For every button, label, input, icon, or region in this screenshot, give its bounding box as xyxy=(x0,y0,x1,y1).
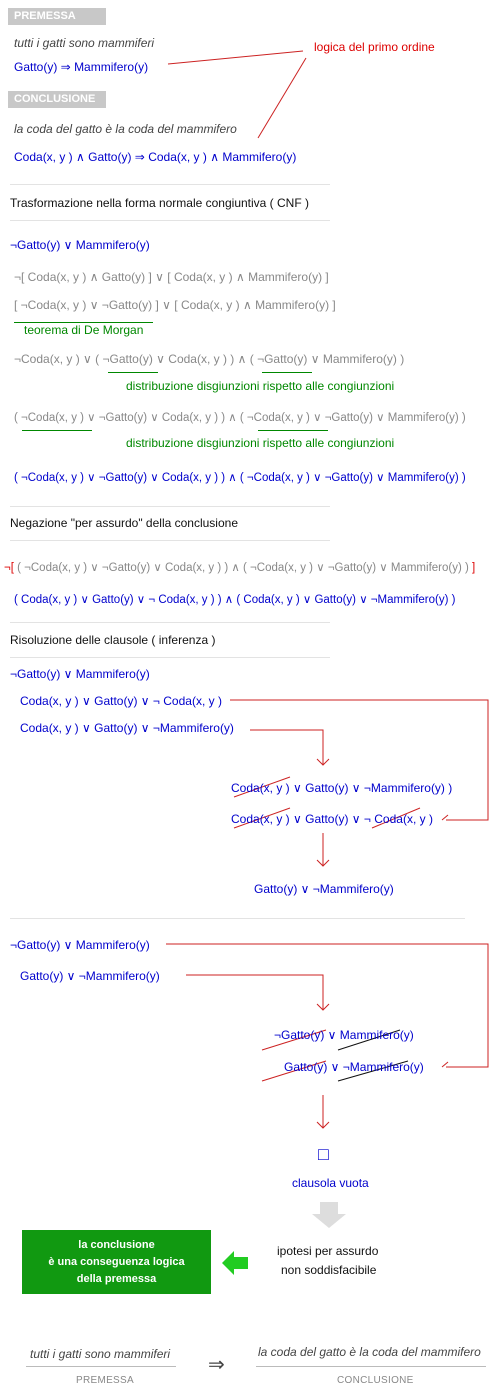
clause-2: Coda(x, y ) ∨ Gatto(y) ∨ ¬ Coda(x, y ) xyxy=(20,694,222,708)
negazione-line: ¬[ ( ¬Coda(x, y ) ∨ ¬Gatto(y) ∨ Coda(x, … xyxy=(4,560,475,574)
divider xyxy=(10,622,330,623)
neg-body: ( ¬Coda(x, y ) ∨ ¬Gatto(y) ∨ Coda(x, y )… xyxy=(17,562,469,574)
premessa-formula: Gatto(y) ⇒ Mammifero(y) xyxy=(14,60,149,74)
footer-premessa-label: PREMESSA xyxy=(76,1375,134,1386)
resolve-2b: Gatto(y) ∨ ¬Mammifero(y) xyxy=(284,1060,424,1074)
footer-conclusione-label: CONCLUSIONE xyxy=(337,1375,414,1386)
conclusione-header: CONCLUSIONE xyxy=(8,91,106,108)
empty-clause-icon: □ xyxy=(318,1144,329,1164)
box-line-3: della premessa xyxy=(76,1272,157,1285)
divider xyxy=(10,657,330,658)
divider xyxy=(10,918,465,919)
clause-3: Coda(x, y ) ∨ Gatto(y) ∨ ¬Mammifero(y) xyxy=(20,721,234,735)
cnf-line-4: ¬Coda(x, y ) ∨ ( ¬Gatto(y) ∨ Coda(x, y )… xyxy=(14,352,405,366)
side-line-2: non soddisfacibile xyxy=(281,1263,377,1277)
risoluzione-title: Risoluzione delle clausole ( inferenza ) xyxy=(10,633,216,647)
resolve-2a: ¬Gatto(y) ∨ Mammifero(y) xyxy=(274,1028,414,1042)
box-line-2: è una conseguenza logica xyxy=(48,1255,185,1268)
cnf-line-3: [ ¬Coda(x, y ) ∨ ¬Gatto(y) ] ∨ [ Coda(x,… xyxy=(14,298,336,312)
premessa-text: tutti i gatti sono mammiferi xyxy=(14,36,155,50)
conclusion-box: la conclusione è una conseguenza logica … xyxy=(22,1230,211,1294)
box-line-1: la conclusione xyxy=(78,1238,155,1251)
resolve-1a: Coda(x, y ) ∨ Gatto(y) ∨ ¬Mammifero(y) ) xyxy=(231,781,453,795)
cnf-line-1: ¬Gatto(y) ∨ Mammifero(y) xyxy=(10,238,150,252)
note-distr-1: distribuzione disgiunzioni rispetto alle… xyxy=(126,379,395,393)
conclusione-formula: Coda(x, y ) ∧ Gatto(y) ⇒ Coda(x, y ) ∧ M… xyxy=(14,150,297,164)
underline xyxy=(262,372,312,373)
cnf-line-5: ( ¬Coda(x, y ) ∨ ¬Gatto(y) ∨ Coda(x, y )… xyxy=(14,412,466,424)
footer-premessa-text: tutti i gatti sono mammiferi xyxy=(30,1347,171,1361)
cnf-line-2: ¬[ Coda(x, y ) ∧ Gatto(y) ] ∨ [ Coda(x, … xyxy=(14,270,329,284)
note-distr-2: distribuzione disgiunzioni rispetto alle… xyxy=(126,436,395,450)
footer-conclusione-text: la coda del gatto è la coda del mammifer… xyxy=(258,1345,481,1359)
note-demorgan: teorema di De Morgan xyxy=(14,322,154,339)
negazione-title: Negazione "per assurdo" della conclusion… xyxy=(10,516,238,530)
divider xyxy=(10,220,330,221)
premessa-header: PREMESSA xyxy=(8,8,106,25)
neg-close: ] xyxy=(472,562,476,574)
side-line-1: ipotesi per assurdo xyxy=(277,1244,379,1258)
underline xyxy=(22,430,92,431)
resolvent-1: Gatto(y) ∨ ¬Mammifero(y) xyxy=(254,882,394,896)
conclusione-text: la coda del gatto è la coda del mammifer… xyxy=(14,122,237,136)
underline xyxy=(258,430,328,431)
divider xyxy=(10,506,330,507)
cnf-line-6: ( ¬Coda(x, y ) ∨ ¬Gatto(y) ∨ Coda(x, y )… xyxy=(14,472,466,484)
empty-clause-label: clausola vuota xyxy=(292,1176,369,1190)
footer-line-left xyxy=(26,1366,176,1367)
footer-line-right xyxy=(256,1366,486,1367)
neg-open: ¬[ xyxy=(4,562,14,574)
resolve-1b: Coda(x, y ) ∨ Gatto(y) ∨ ¬ Coda(x, y ) xyxy=(231,812,433,826)
underline xyxy=(108,372,158,373)
implies-icon: ⇒ xyxy=(208,1354,225,1376)
clause-4: ¬Gatto(y) ∨ Mammifero(y) xyxy=(10,938,150,952)
divider xyxy=(10,540,330,541)
logic-note: logica del primo ordine xyxy=(314,40,435,54)
divider xyxy=(10,184,330,185)
negazione-result: ( Coda(x, y ) ∨ Gatto(y) ∨ ¬ Coda(x, y )… xyxy=(14,594,456,606)
clause-1: ¬Gatto(y) ∨ Mammifero(y) xyxy=(10,667,150,681)
cnf-title: Trasformazione nella forma normale congi… xyxy=(10,196,309,210)
clause-5: Gatto(y) ∨ ¬Mammifero(y) xyxy=(20,969,160,983)
